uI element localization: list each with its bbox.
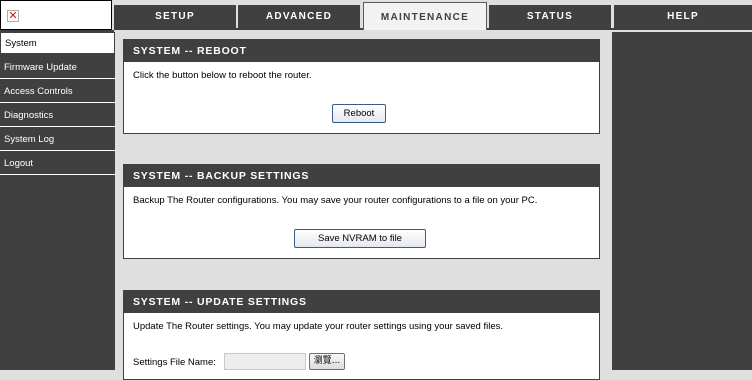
logo-box: ✕ <box>0 0 112 30</box>
reboot-section: SYSTEM -- REBOOT Click the button below … <box>123 39 600 134</box>
sidebar-item-system[interactable]: System <box>0 32 115 54</box>
tab-maintenance[interactable]: MAINTENANCE <box>363 2 487 30</box>
main-content: SYSTEM -- REBOOT Click the button below … <box>115 30 612 380</box>
browse-button[interactable]: 瀏覽... <box>309 353 345 370</box>
tab-advanced[interactable]: ADVANCED <box>238 5 360 28</box>
help-column <box>612 32 752 370</box>
save-nvram-button[interactable]: Save NVRAM to file <box>294 229 426 248</box>
sidebar-item-firmware-update[interactable]: Firmware Update <box>0 57 115 79</box>
sidebar-item-access-controls[interactable]: Access Controls <box>0 81 115 103</box>
settings-file-input[interactable] <box>224 353 306 370</box>
broken-image-x-icon: ✕ <box>7 9 19 22</box>
backup-section-text: Backup The Router configurations. You ma… <box>133 195 538 206</box>
sidebar-item-diagnostics[interactable]: Diagnostics <box>0 105 115 127</box>
reboot-section-text: Click the button below to reboot the rou… <box>133 70 312 81</box>
backup-section-title: SYSTEM -- BACKUP SETTINGS <box>124 165 599 188</box>
reboot-button[interactable]: Reboot <box>332 104 386 123</box>
tab-status[interactable]: STATUS <box>489 5 611 28</box>
backup-section: SYSTEM -- BACKUP SETTINGS Backup The Rou… <box>123 164 600 259</box>
tab-setup[interactable]: SETUP <box>114 5 236 28</box>
sidebar: System Firmware Update Access Controls D… <box>0 32 115 370</box>
tab-help[interactable]: HELP <box>614 5 752 28</box>
sidebar-item-logout[interactable]: Logout <box>0 153 115 175</box>
settings-file-label: Settings File Name: <box>133 357 216 368</box>
update-section: SYSTEM -- UPDATE SETTINGS Update The Rou… <box>123 290 600 380</box>
sidebar-item-system-log[interactable]: System Log <box>0 129 115 151</box>
reboot-section-title: SYSTEM -- REBOOT <box>124 40 599 63</box>
update-section-title: SYSTEM -- UPDATE SETTINGS <box>124 291 599 314</box>
update-section-text: Update The Router settings. You may upda… <box>133 321 504 332</box>
